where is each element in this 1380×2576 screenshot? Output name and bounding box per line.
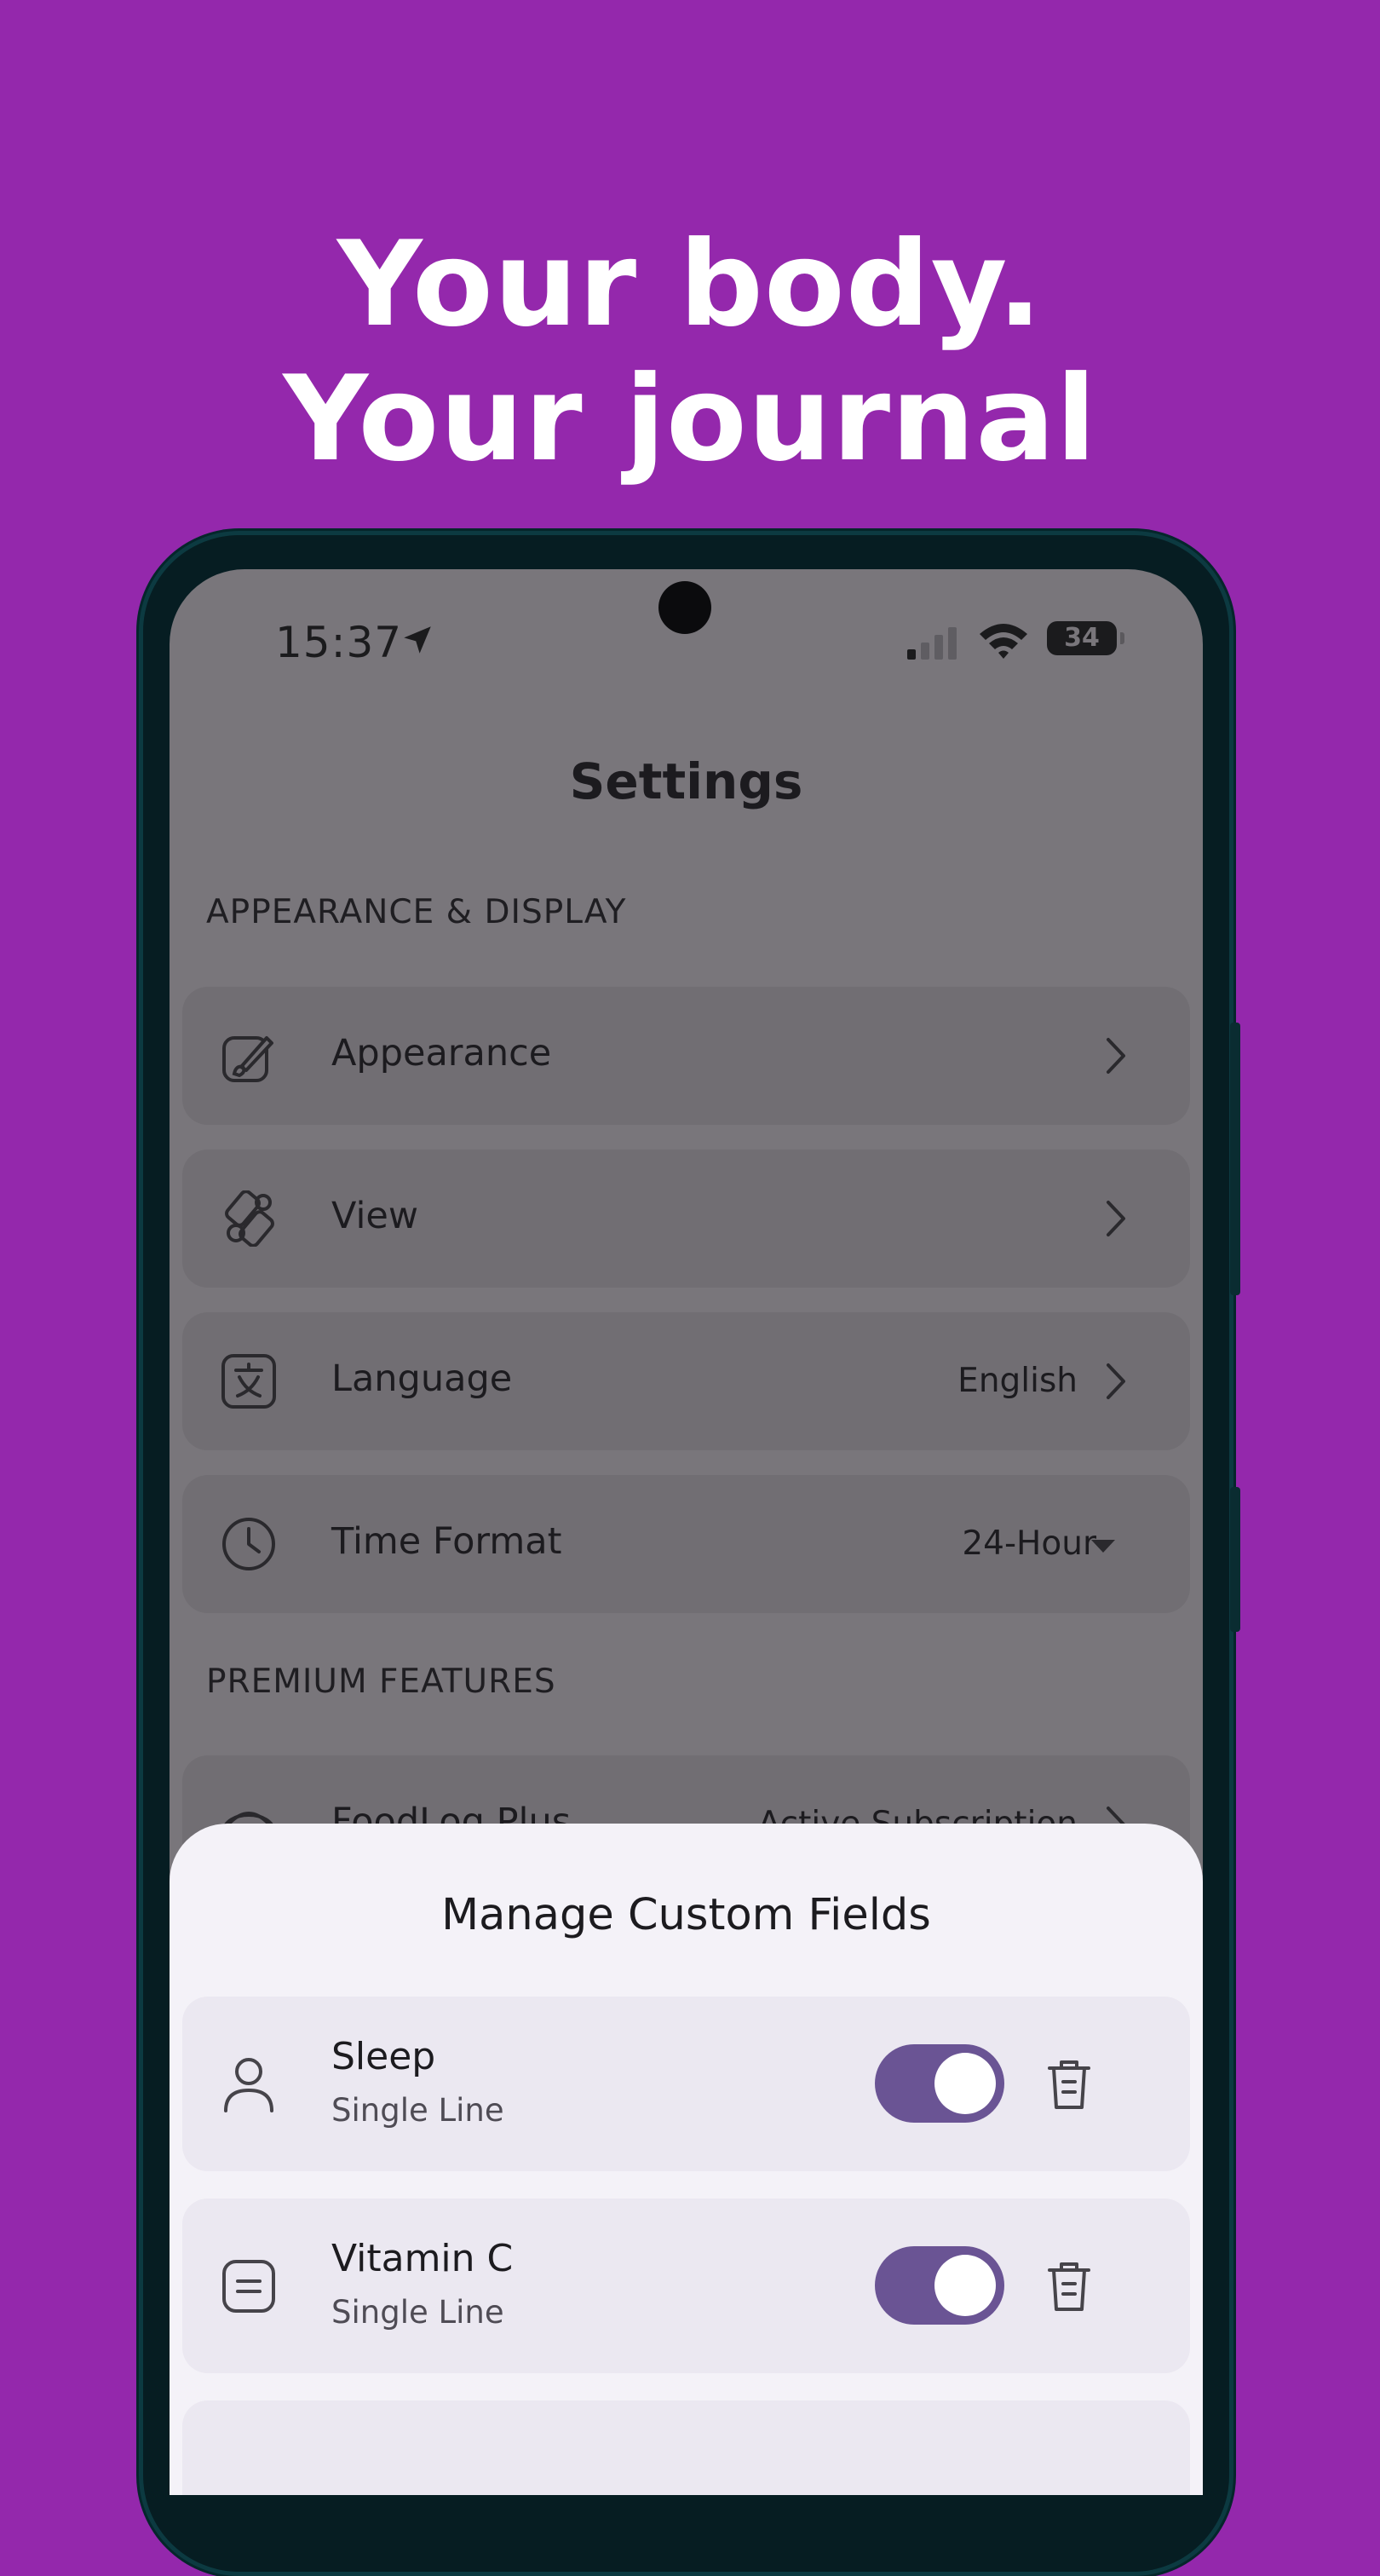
custom-field-row[interactable]: Vitamin C Single Line	[182, 2199, 1190, 2373]
time-format-value: 24-Hour	[962, 1524, 1096, 1563]
wifi-icon	[980, 624, 1027, 659]
toggle-knob	[934, 2255, 996, 2316]
chevron-right-icon	[1107, 1201, 1125, 1236]
custom-field-row[interactable]: Sleep Single Line	[182, 1997, 1190, 2171]
battery-icon: 34	[1047, 621, 1124, 655]
page-title: Settings	[569, 752, 803, 810]
promo-headline: Your body. Your journal	[0, 217, 1380, 487]
camera-cutout	[658, 581, 711, 634]
settings-row-view[interactable]: View	[182, 1150, 1190, 1288]
headline-line-2: Your journal	[283, 350, 1097, 487]
custom-fields-sheet: Manage Custom Fields Sleep Single Line V…	[170, 1824, 1203, 2495]
section-label-appearance: APPEARANCE & DISPLAY	[206, 893, 627, 931]
toggle-knob	[934, 2053, 996, 2114]
signal-icon	[907, 627, 957, 660]
paintbrush-icon	[222, 1036, 273, 1082]
field-name: Sleep	[331, 2035, 436, 2078]
trash-icon[interactable]	[1044, 2260, 1094, 2314]
status-time: 15:37	[275, 618, 403, 667]
settings-row-label: Language	[331, 1357, 513, 1400]
settings-row-language[interactable]: Language English	[182, 1312, 1190, 1450]
phone-screen: 15:37 34 Settings APPEARANCE & DISPLAY A…	[170, 569, 1203, 2495]
phone-side-button-upper	[1230, 1023, 1240, 1295]
field-enabled-toggle[interactable]	[875, 2246, 1004, 2325]
language-value: English	[957, 1362, 1078, 1400]
settings-row-appearance[interactable]: Appearance	[182, 987, 1190, 1125]
text-field-icon	[222, 2260, 275, 2313]
person-icon	[224, 2058, 273, 2112]
phone-side-button-lower	[1230, 1487, 1240, 1632]
field-type: Single Line	[331, 2294, 504, 2331]
trash-icon[interactable]	[1044, 2058, 1094, 2112]
section-label-premium: PREMIUM FEATURES	[206, 1663, 556, 1701]
field-name: Vitamin C	[331, 2237, 514, 2280]
translate-icon	[221, 1354, 276, 1409]
settings-row-label: View	[331, 1195, 419, 1237]
field-enabled-toggle[interactable]	[875, 2044, 1004, 2123]
clock-icon	[222, 1518, 275, 1570]
settings-row-label: Appearance	[331, 1032, 552, 1075]
headline-line-1: Your body.	[336, 216, 1044, 353]
field-type: Single Line	[331, 2092, 504, 2129]
view-icon	[225, 1190, 274, 1247]
caret-down-icon	[1091, 1540, 1115, 1553]
custom-field-row-partial[interactable]	[182, 2400, 1190, 2495]
settings-row-label: Time Format	[331, 1520, 562, 1563]
chevron-right-icon	[1107, 1038, 1125, 1074]
location-arrow-icon	[404, 626, 431, 654]
sheet-title: Manage Custom Fields	[441, 1890, 931, 1940]
chevron-right-icon	[1107, 1363, 1125, 1399]
settings-row-time-format[interactable]: Time Format 24-Hour	[182, 1475, 1190, 1613]
